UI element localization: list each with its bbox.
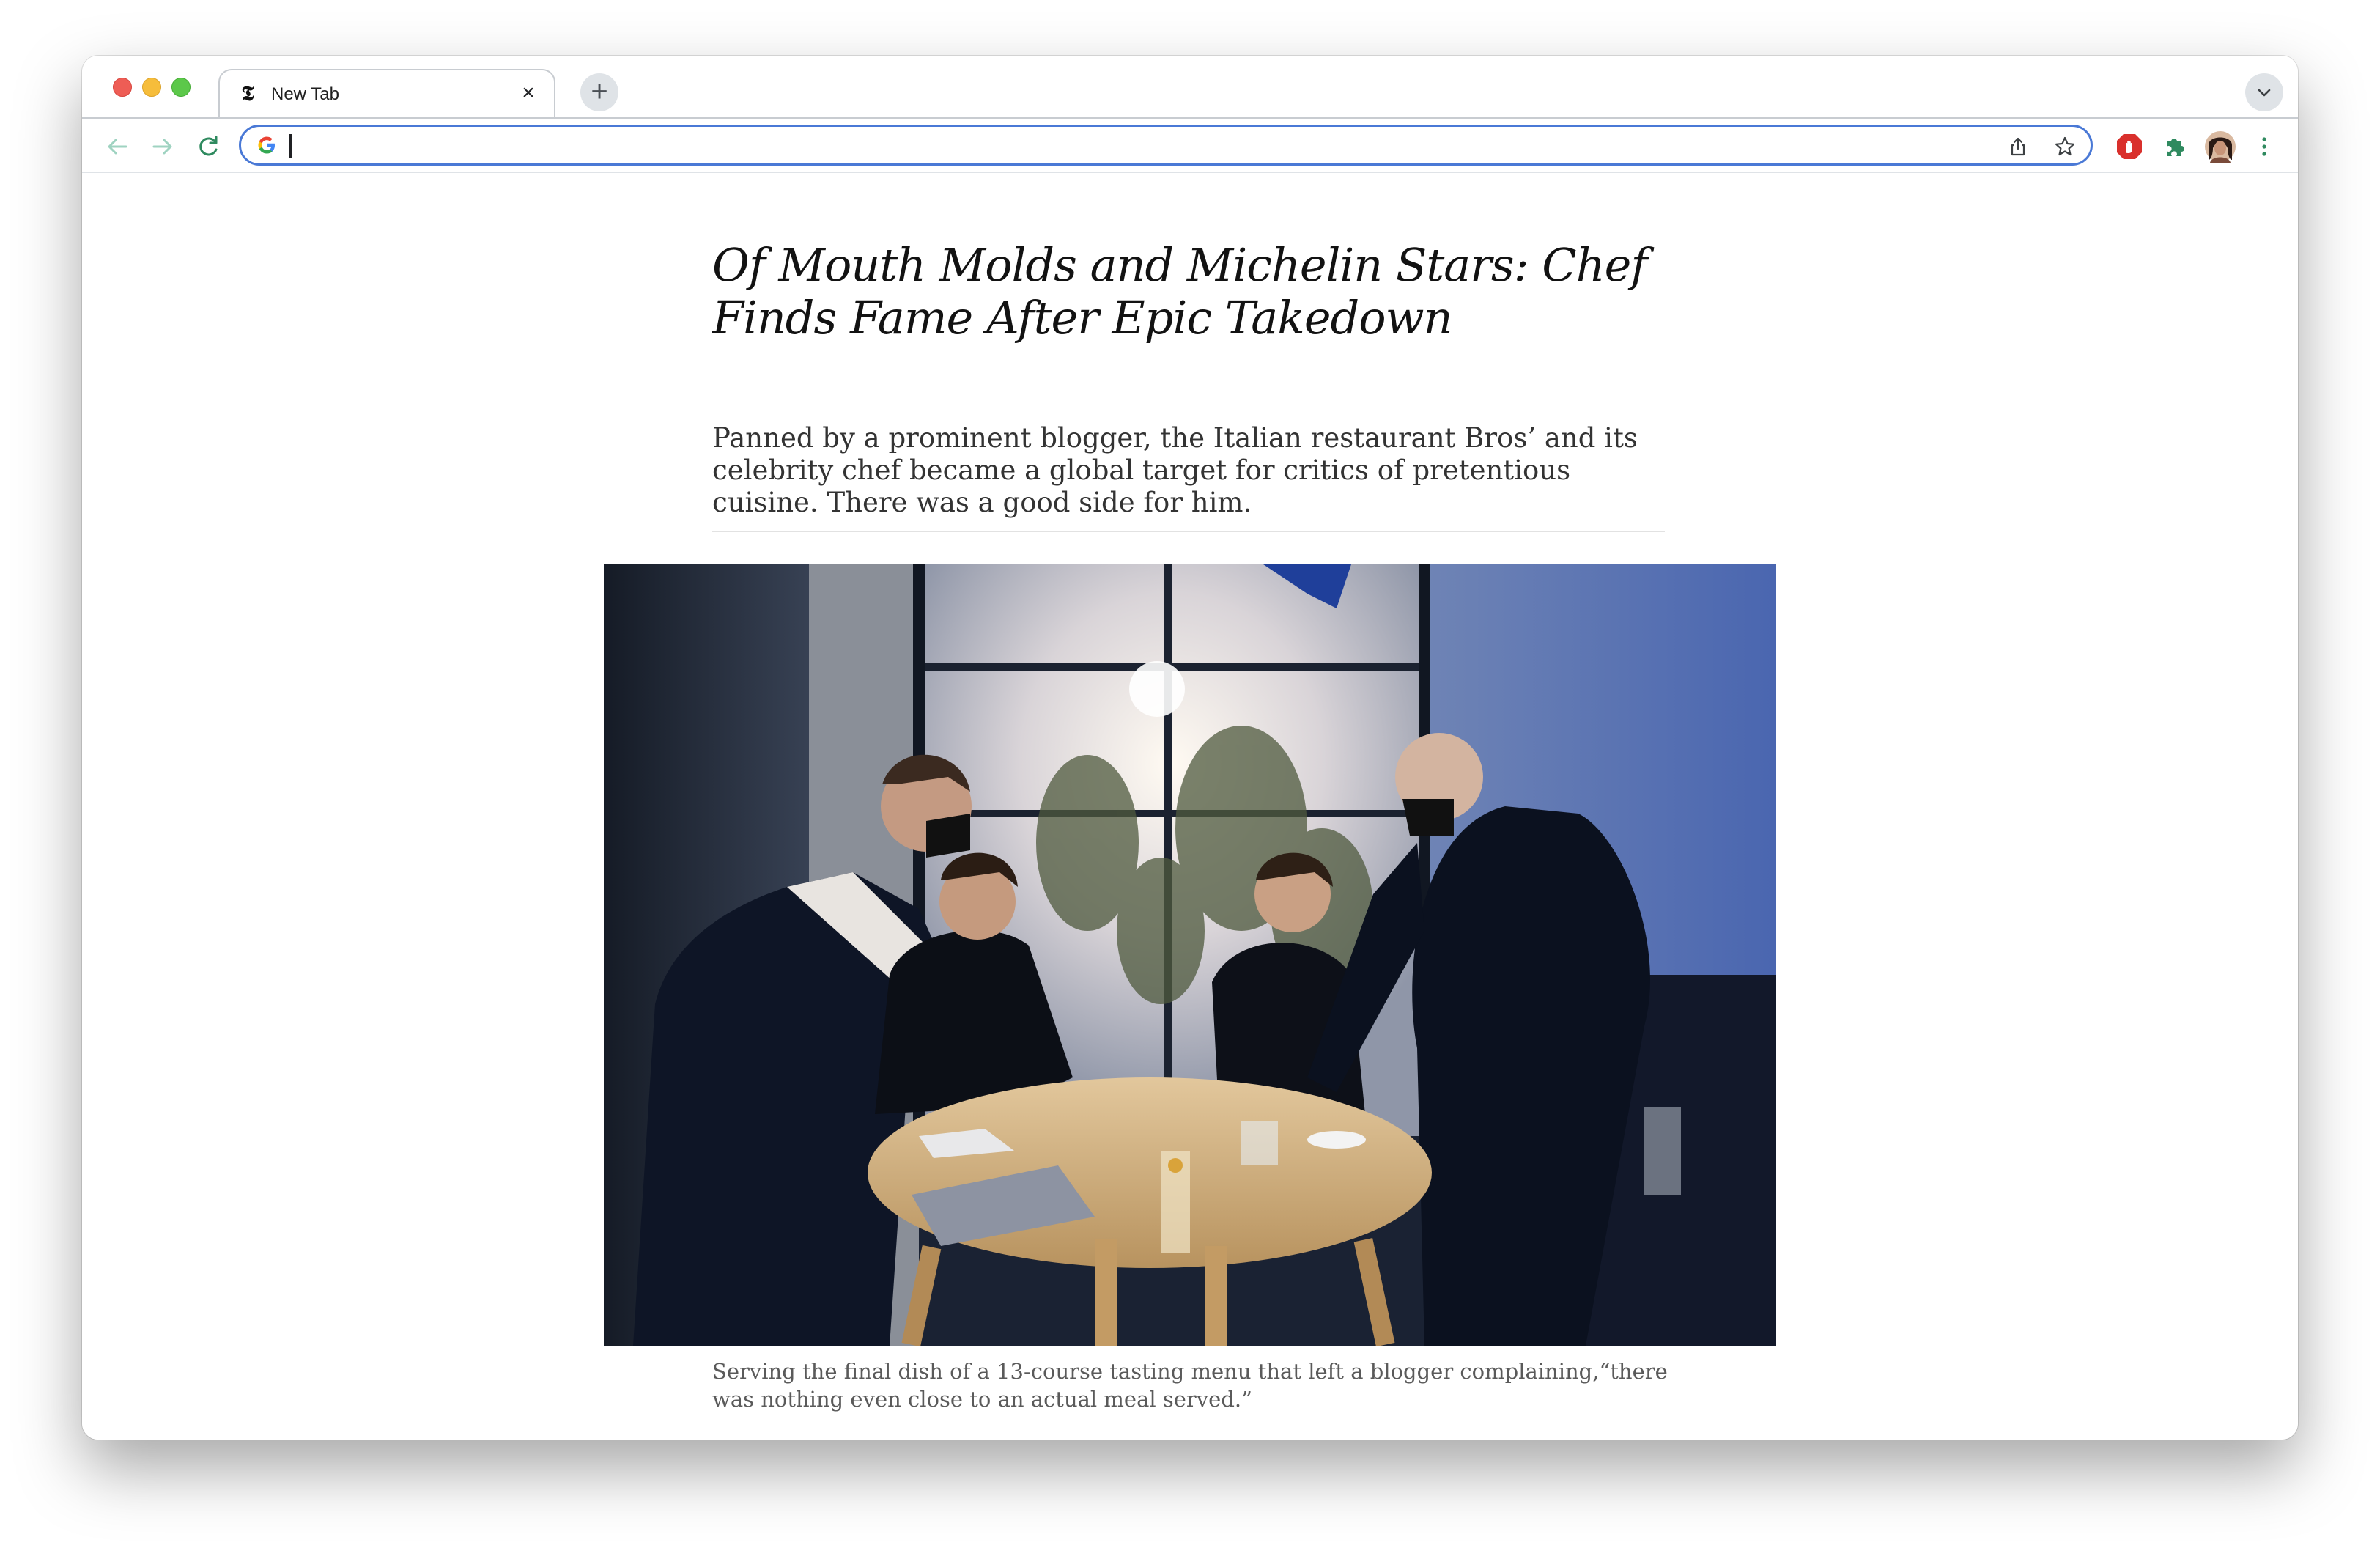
- minimize-window-button[interactable]: [142, 78, 161, 97]
- article-headline: Of Mouth Molds and Michelin Stars: Chef …: [712, 238, 1647, 344]
- back-button[interactable]: [103, 132, 132, 161]
- address-input[interactable]: [295, 131, 1984, 162]
- tab-new-tab[interactable]: 𝕿 New Tab ×: [218, 69, 555, 117]
- tab-search-button[interactable]: [2245, 73, 2283, 111]
- browser-toolbar: [82, 117, 2298, 173]
- close-window-button[interactable]: [113, 78, 132, 97]
- tab-strip: 𝕿 New Tab × +: [82, 56, 2298, 117]
- close-icon[interactable]: ×: [517, 82, 539, 104]
- adblock-icon[interactable]: [2115, 132, 2144, 161]
- forward-button[interactable]: [148, 132, 177, 161]
- share-icon[interactable]: [2007, 136, 2029, 158]
- google-g-icon: [258, 136, 275, 154]
- nyt-logo-icon: 𝕿: [241, 81, 254, 106]
- star-icon[interactable]: [2054, 136, 2076, 158]
- browser-window: 𝕿 New Tab × + Of Mouth Molds and Micheli…: [82, 56, 2298, 1440]
- kebab-menu-icon[interactable]: [2250, 132, 2279, 161]
- page-content: Of Mouth Molds and Michelin Stars: Chef …: [82, 173, 2298, 1440]
- photo-caption: Serving the final dish of a 13-course ta…: [712, 1359, 1668, 1412]
- chevron-down-icon: [2258, 89, 2271, 97]
- reload-button[interactable]: [193, 132, 223, 161]
- zoom-window-button[interactable]: [171, 78, 191, 97]
- article-photo: [604, 564, 1776, 1346]
- new-tab-button[interactable]: +: [580, 73, 618, 111]
- divider: [712, 531, 1665, 532]
- puzzle-icon[interactable]: [2160, 132, 2189, 161]
- avatar[interactable]: [2204, 130, 2236, 163]
- tab-title: New Tab: [271, 84, 339, 104]
- plus-icon: +: [591, 75, 608, 108]
- text-cursor: [289, 134, 292, 158]
- article-summary: Panned by a prominent blogger, the Itali…: [712, 422, 1638, 518]
- address-bar[interactable]: [239, 125, 2093, 166]
